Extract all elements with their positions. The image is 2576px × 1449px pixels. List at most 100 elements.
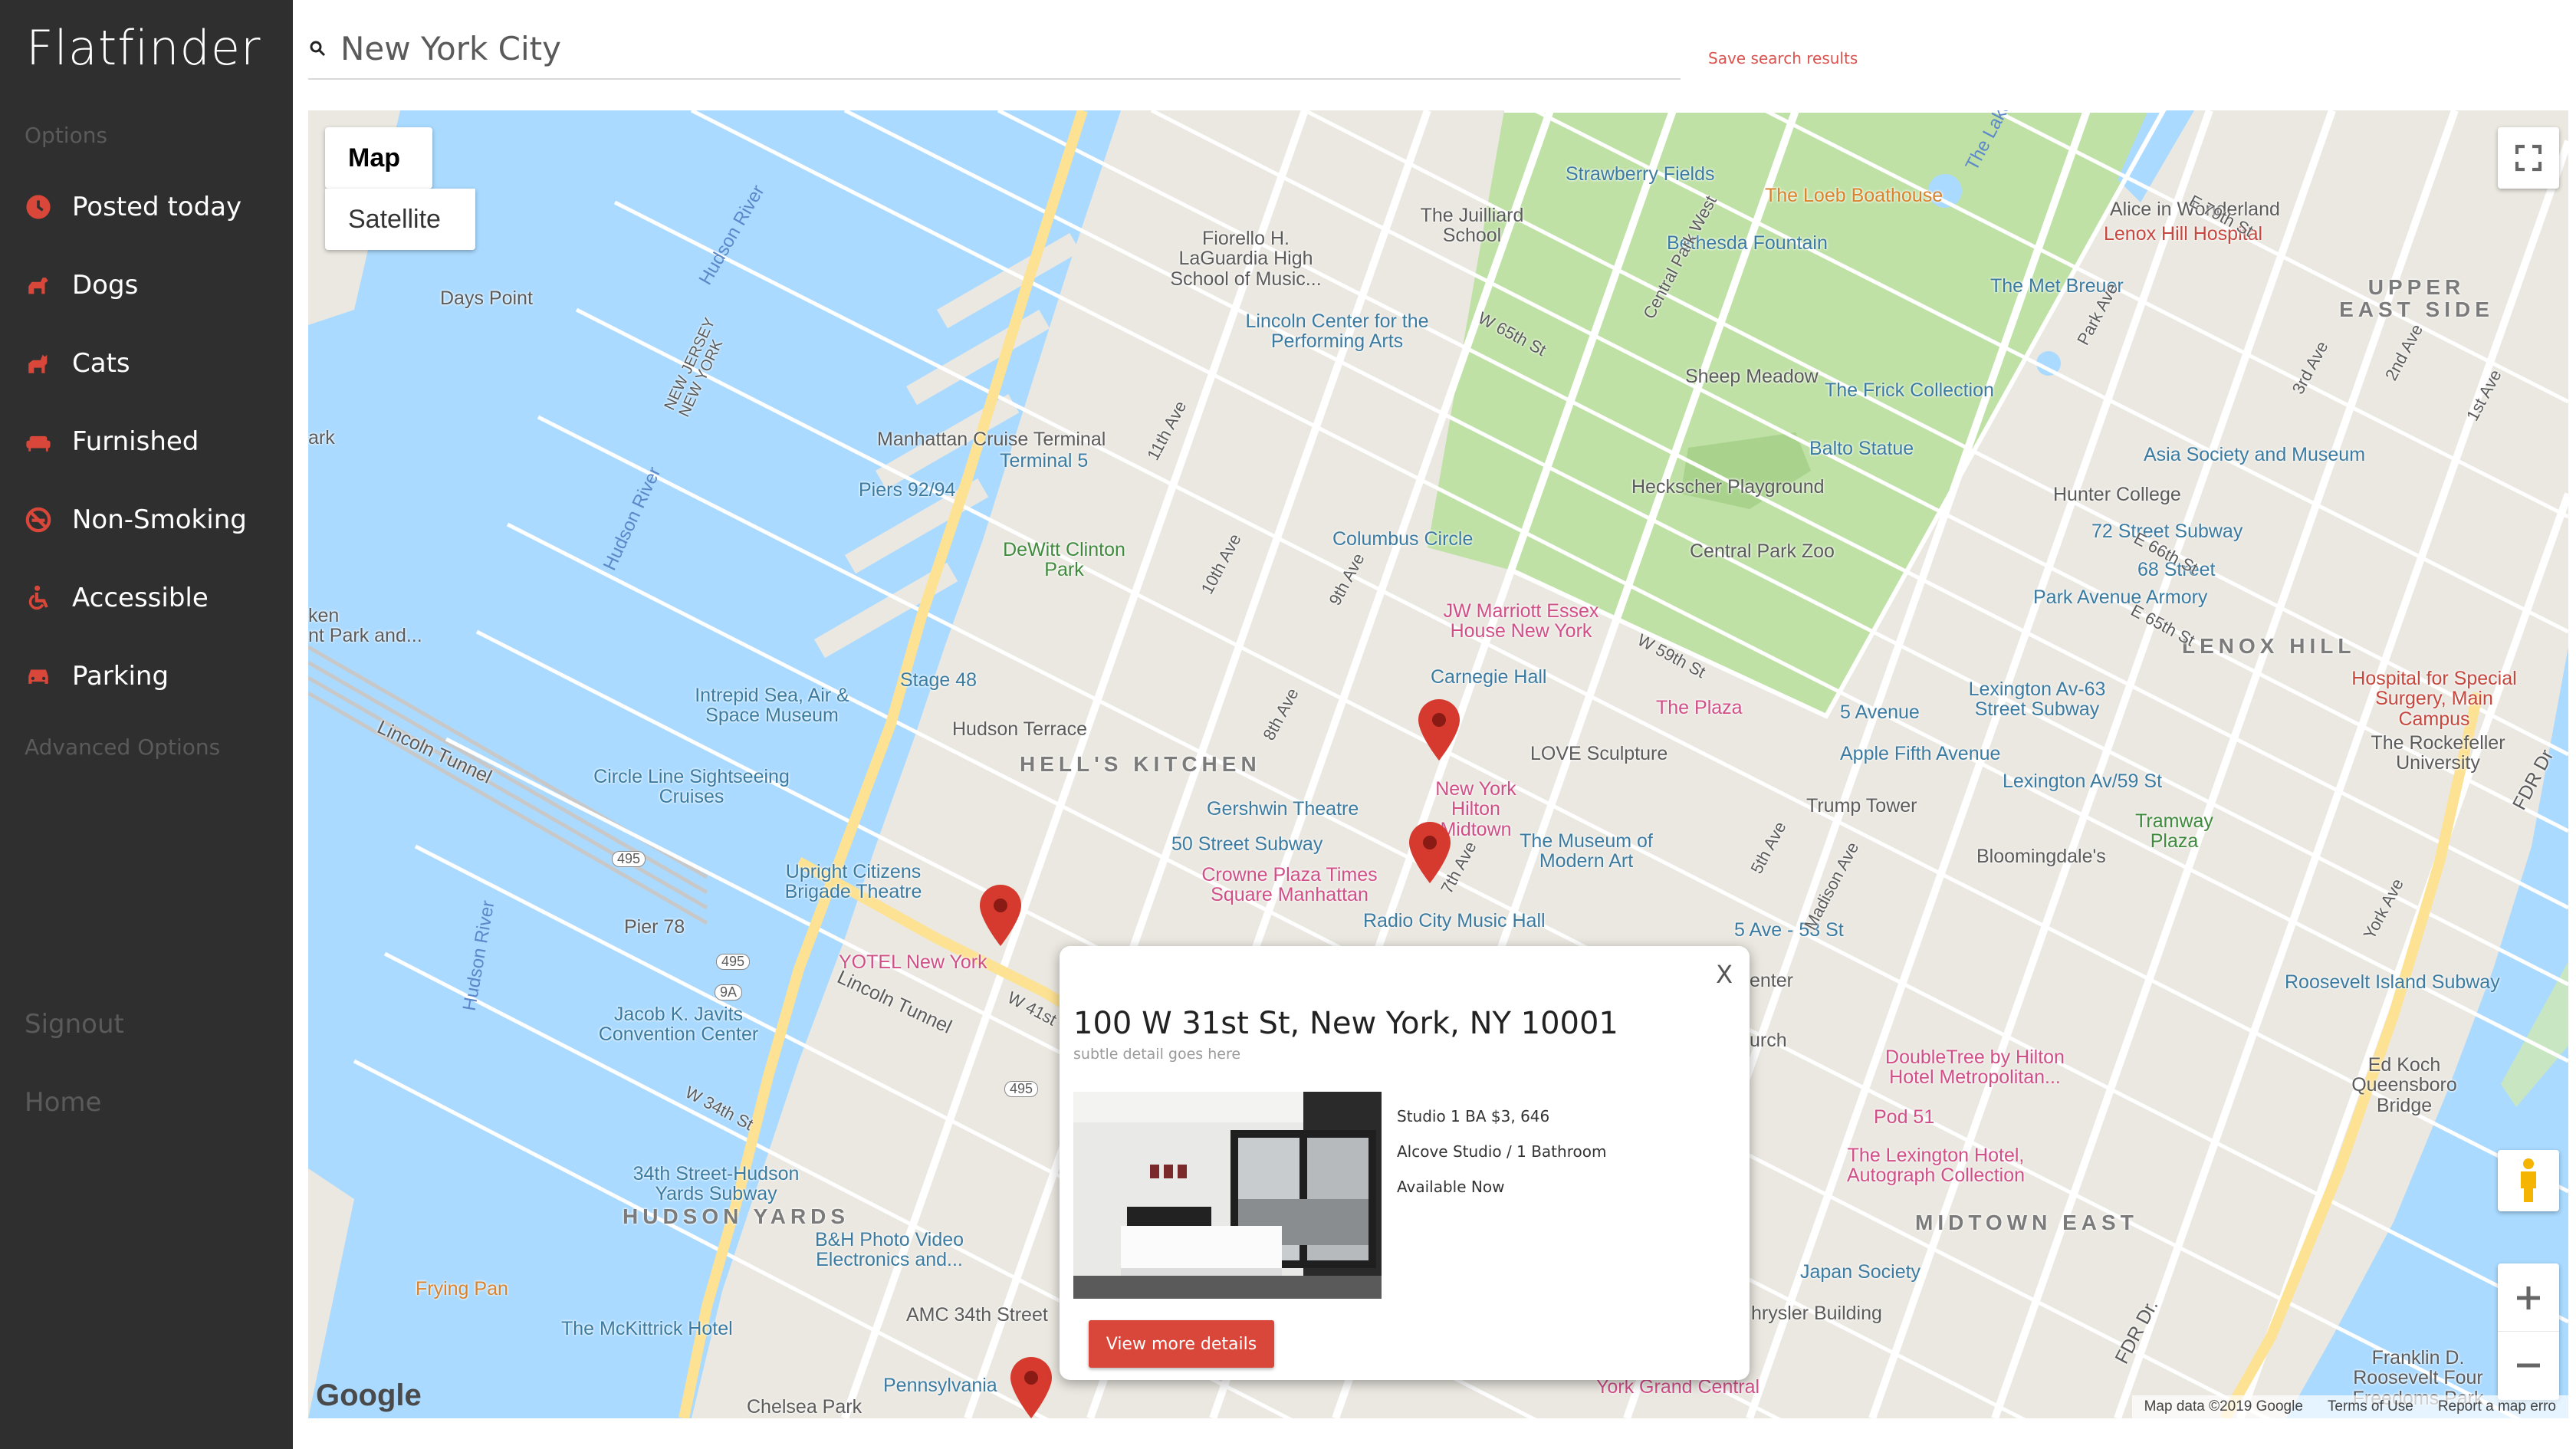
map-label: Lexington Av/59 St [2003, 770, 2163, 792]
close-button[interactable]: X [1716, 960, 1733, 989]
map-label: The Lexington Hotel, Autograph Collectio… [1846, 1145, 2026, 1187]
map-label: Lincoln Center for the Performing Arts [1245, 310, 1429, 353]
map-label: The Rockefeller University [2371, 732, 2505, 774]
map-label: The Loeb Boathouse [1765, 185, 1944, 206]
map-label: LOVE Sculpture [1530, 743, 1668, 764]
car-icon [23, 661, 54, 692]
sidebar-item-furnished[interactable]: Furnished [23, 419, 284, 465]
map-label: 72 Street Subway [2091, 521, 2243, 542]
map-label: Jacob K. Javits Convention Center [598, 1004, 759, 1046]
view-details-button[interactable]: View more details [1089, 1320, 1274, 1368]
advanced-options-label[interactable]: Advanced Options [25, 734, 220, 760]
map-label: Piers 92/94 [859, 479, 956, 501]
map-pin[interactable] [1010, 1357, 1052, 1418]
map-label: Hospital for Special Surgery, Main Campu… [2351, 668, 2517, 730]
listing-popup: X 100 W 31st St, New York, NY 10001 subt… [1060, 946, 1750, 1380]
map-label: Strawberry Fields [1566, 163, 1715, 185]
map-label: Frying Pan [416, 1278, 508, 1300]
sidebar: Flatfinder Options Posted today Dogs Cat… [0, 0, 293, 1449]
map-label: Japan Society [1800, 1261, 1921, 1283]
dog-icon [23, 270, 54, 301]
sidebar-item-dogs[interactable]: Dogs [23, 262, 284, 308]
map-label: Tramway Plaza [2135, 810, 2213, 853]
options-label: Options [25, 123, 108, 148]
app-title[interactable]: Flatfinder [26, 20, 261, 76]
map-footer: Map data ©2019 Google Terms of Use Repor… [2131, 1395, 2568, 1418]
map-label: Sheep Meadow [1685, 366, 1819, 387]
map-label: The Juilliard School [1420, 205, 1524, 247]
sidebar-item-cats[interactable]: Cats [23, 340, 284, 386]
google-logo[interactable]: Google [316, 1378, 422, 1413]
zoom-in-button[interactable] [2498, 1264, 2559, 1332]
map-label: JW Marriott Essex House New York [1443, 600, 1599, 642]
map-label: Chelsea Park [747, 1396, 863, 1418]
map-label: Radio City Music Hall [1363, 910, 1546, 932]
sidebar-item-label: Accessible [72, 583, 209, 613]
sidebar-item-parking[interactable]: Parking [23, 653, 284, 699]
listing-address: 100 W 31st St, New York, NY 10001 [1073, 1006, 1618, 1041]
fullscreen-button[interactable] [2498, 127, 2559, 189]
couch-icon [23, 426, 54, 457]
map-type-map[interactable]: Map [325, 127, 432, 189]
cat-icon [23, 348, 54, 379]
map-label: Balto Statue [1809, 438, 1914, 459]
map-pin[interactable] [1409, 822, 1451, 883]
map-label: Trump Tower [1806, 795, 1917, 816]
map-label: The Frick Collection [1825, 380, 1994, 401]
save-search-link[interactable]: Save search results [1708, 49, 1858, 67]
map-label: Gershwin Theatre [1207, 798, 1359, 820]
map-label: Central Park Zoo [1690, 540, 1835, 562]
search-input[interactable] [340, 29, 1644, 67]
map-label: enter [1750, 970, 1793, 991]
map-label: Columbus Circle [1332, 528, 1474, 550]
map-label: Fiorello H. LaGuardia High School of Mus… [1170, 228, 1322, 290]
report-link[interactable]: Report a map erro [2426, 1398, 2568, 1415]
map-label: Pier 78 [624, 916, 685, 938]
map-pin[interactable] [1418, 699, 1460, 761]
map-label: Heckscher Playground [1631, 476, 1825, 498]
route-shield: 495 [612, 851, 646, 867]
minus-icon [2517, 1363, 2540, 1368]
map-label: Pod 51 [1874, 1106, 1935, 1128]
map-label: Days Point [440, 288, 533, 309]
listing-availability: Available Now [1397, 1178, 1505, 1196]
map-label: Apple Fifth Avenue [1840, 743, 2001, 764]
listing-photo[interactable] [1073, 1092, 1382, 1299]
map-label: Asia Society and Museum [2144, 444, 2366, 465]
terms-link[interactable]: Terms of Use [2315, 1398, 2426, 1415]
map-pin[interactable] [980, 885, 1021, 946]
route-shield: 495 [1004, 1081, 1039, 1097]
search-icon [310, 41, 326, 57]
map-label: 5 Avenue [1840, 702, 1920, 723]
map-label: Crowne Plaza Times Square Manhattan [1201, 864, 1378, 906]
map-label: The Plaza [1656, 697, 1743, 718]
zoom-out-button[interactable] [2498, 1332, 2559, 1399]
map-label: HUDSON YARDS [623, 1204, 850, 1228]
map-label: Manhattan Cruise Terminal [877, 429, 1106, 450]
map-label: MIDTOWN EAST [1915, 1211, 2138, 1234]
zoom-control [2498, 1263, 2559, 1400]
map-label: The McKittrick Hotel [561, 1318, 733, 1339]
map-label: DeWitt Clinton Park [1003, 539, 1125, 581]
sidebar-item-non-smoking[interactable]: Non-Smoking [23, 497, 284, 543]
no-smoking-icon [23, 504, 54, 535]
map-label: The Museum of Modern Art [1520, 830, 1653, 872]
home-link[interactable]: Home [25, 1087, 101, 1118]
map-label: 5 Ave - 53 St [1734, 919, 1844, 941]
map-label: B&H Photo Video Electronics and... [814, 1229, 964, 1271]
fullscreen-icon [2515, 144, 2542, 172]
map-type-satellite[interactable]: Satellite [325, 189, 475, 250]
sidebar-item-posted-today[interactable]: Posted today [23, 184, 284, 230]
sidebar-item-label: Furnished [72, 426, 199, 457]
map-label: Bloomingdale's [1976, 846, 2106, 867]
map-label: Ed Koch Queensboro Bridge [2351, 1054, 2457, 1116]
plus-icon [2517, 1286, 2540, 1309]
listing-type: Alcove Studio / 1 Bathroom [1397, 1142, 1607, 1161]
map-label: Terminal 5 [1000, 450, 1089, 472]
route-shield: 495 [716, 954, 751, 970]
signout-link[interactable]: Signout [25, 1009, 124, 1040]
map-label: urch [1750, 1030, 1787, 1051]
sidebar-item-accessible[interactable]: Accessible [23, 575, 284, 621]
map-label: Upright Citizens Brigade Theatre [784, 861, 922, 903]
street-view-button[interactable] [2498, 1150, 2559, 1211]
